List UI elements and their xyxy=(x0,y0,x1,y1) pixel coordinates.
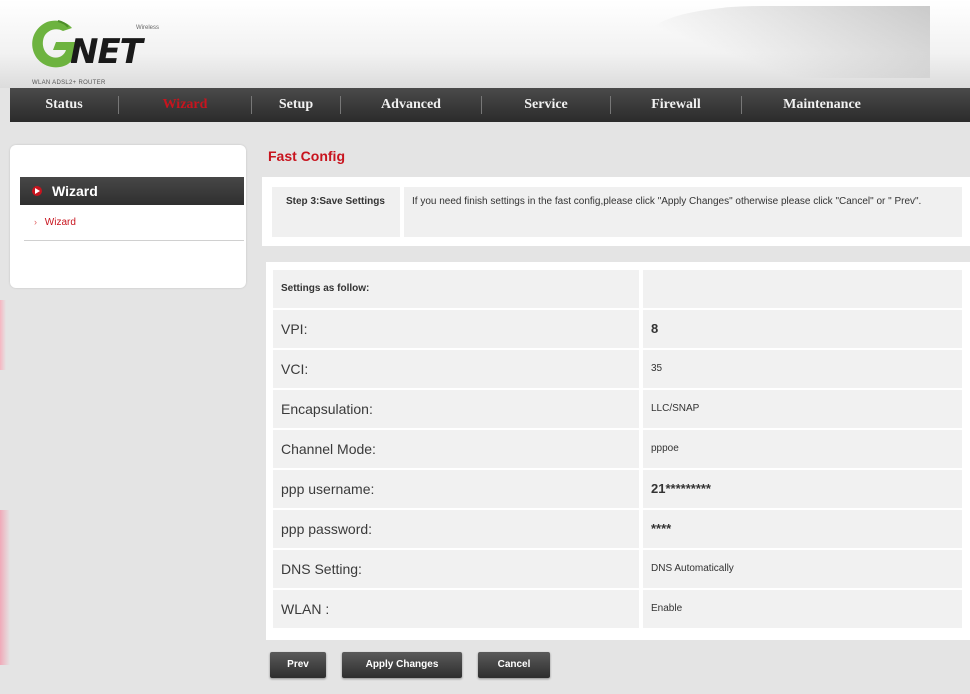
logo-subtitle: WLAN ADSL2+ ROUTER xyxy=(32,80,106,86)
setting-label: VCI: xyxy=(273,350,639,388)
table-row: ppp password: **** xyxy=(273,510,962,548)
setting-value: Enable xyxy=(643,590,962,628)
cancel-button[interactable]: Cancel xyxy=(478,652,550,678)
step-label: Step 3:Save Settings xyxy=(272,187,400,237)
setting-value: 21********* xyxy=(643,470,962,508)
settings-table: Settings as follow: VPI: 8 VCI: 35 Encap… xyxy=(266,262,970,640)
setting-label: Encapsulation: xyxy=(273,390,639,428)
sidebar-divider xyxy=(24,240,244,241)
setting-label: ppp password: xyxy=(273,510,639,548)
nav-wizard[interactable]: Wizard xyxy=(119,88,251,122)
header: NET Wireless WLAN ADSL2+ ROUTER xyxy=(0,0,970,88)
setting-value: **** xyxy=(643,510,962,548)
edge-decoration xyxy=(0,300,6,370)
setting-label: DNS Setting: xyxy=(273,550,639,588)
nav-service[interactable]: Service xyxy=(482,88,610,122)
nav-maintenance[interactable]: Maintenance xyxy=(742,88,902,122)
setting-value: DNS Automatically xyxy=(643,550,962,588)
table-row: VPI: 8 xyxy=(273,310,962,348)
apply-changes-button[interactable]: Apply Changes xyxy=(342,652,462,678)
table-row: WLAN : Enable xyxy=(273,590,962,628)
setting-value: 35 xyxy=(643,350,962,388)
prev-button[interactable]: Prev xyxy=(270,652,326,678)
sidebar-item-label: Wizard xyxy=(44,217,76,228)
edge-decoration xyxy=(0,510,10,665)
settings-heading: Settings as follow: xyxy=(273,270,639,308)
nav-advanced[interactable]: Advanced xyxy=(341,88,481,122)
setting-value: LLC/SNAP xyxy=(643,390,962,428)
nav-status[interactable]: Status xyxy=(10,88,118,122)
page-title: Fast Config xyxy=(268,148,345,164)
chevron-right-icon: › xyxy=(34,217,37,227)
table-row: ppp username: 21********* xyxy=(273,470,962,508)
table-row: VCI: 35 xyxy=(273,350,962,388)
sidebar: Wizard › Wizard xyxy=(10,145,246,288)
logo-text: NET xyxy=(70,32,143,72)
nav-setup[interactable]: Setup xyxy=(252,88,340,122)
main-nav: Status Wizard Setup Advanced Service Fir… xyxy=(10,88,970,122)
sidebar-title[interactable]: Wizard xyxy=(20,177,244,205)
table-row: Channel Mode: pppoe xyxy=(273,430,962,468)
logo: NET Wireless WLAN ADSL2+ ROUTER xyxy=(28,18,188,86)
setting-label: ppp username: xyxy=(273,470,639,508)
nav-firewall[interactable]: Firewall xyxy=(611,88,741,122)
table-row: Encapsulation: LLC/SNAP xyxy=(273,390,962,428)
table-header-row: Settings as follow: xyxy=(273,270,962,308)
setting-label: WLAN : xyxy=(273,590,639,628)
logo-small-text: Wireless xyxy=(136,25,160,31)
arrow-circle-icon xyxy=(32,186,42,196)
header-decoration xyxy=(650,6,930,78)
sidebar-item-wizard[interactable]: › Wizard xyxy=(34,217,76,228)
setting-label: VPI: xyxy=(273,310,639,348)
settings-heading-value xyxy=(643,270,962,308)
setting-label: Channel Mode: xyxy=(273,430,639,468)
sidebar-title-label: Wizard xyxy=(52,183,98,199)
step-instructions: If you need finish settings in the fast … xyxy=(404,187,962,237)
setting-value: 8 xyxy=(643,310,962,348)
setting-value: pppoe xyxy=(643,430,962,468)
table-row: DNS Setting: DNS Automatically xyxy=(273,550,962,588)
step-info-box: Step 3:Save Settings If you need finish … xyxy=(262,177,970,246)
